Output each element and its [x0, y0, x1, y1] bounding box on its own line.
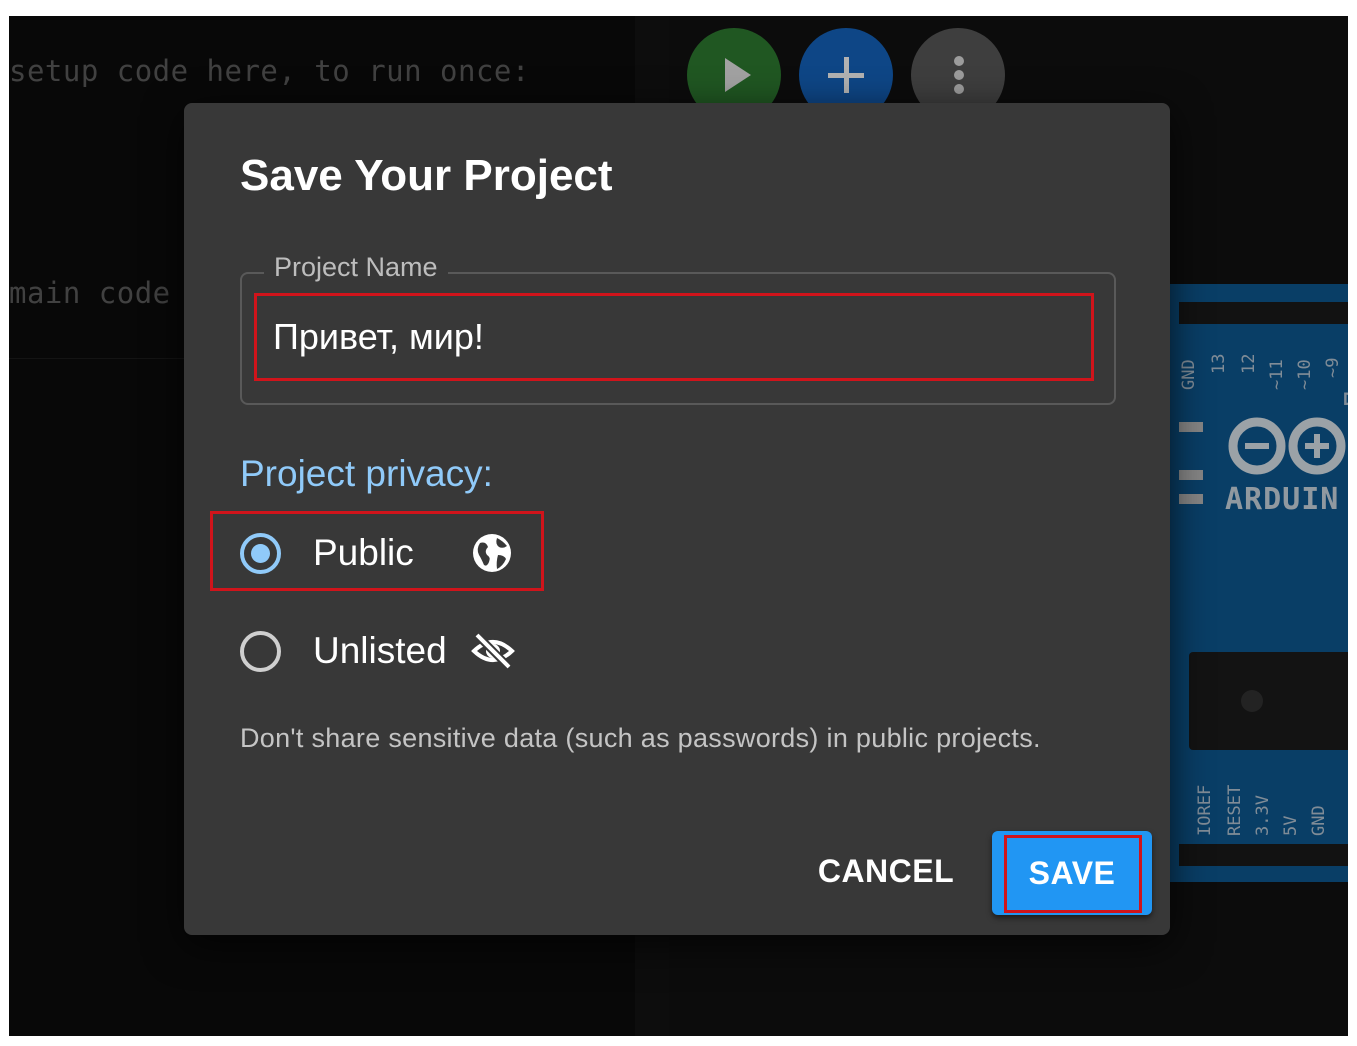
- privacy-warning: Don't share sensitive data (such as pass…: [240, 723, 1041, 753]
- radio-unlisted-button[interactable]: [240, 630, 281, 672]
- app-screen: setup code here, to run once: main code: [9, 16, 1348, 1036]
- radio-unlisted-label: Unlisted: [313, 630, 447, 671]
- dialog-title: Save Your Project: [240, 151, 613, 200]
- save-project-dialog: Save Your Project Project Name Привет, м…: [184, 103, 1170, 935]
- project-name-input[interactable]: Привет, мир!: [273, 316, 484, 358]
- eye-off-icon: [470, 632, 515, 670]
- privacy-label: Project privacy:: [240, 453, 493, 494]
- cancel-button[interactable]: CANCEL: [810, 835, 962, 907]
- radio-public-button[interactable]: [240, 532, 281, 574]
- project-name-field[interactable]: Project Name Привет, мир!: [240, 252, 1116, 405]
- radio-public-label: Public: [313, 532, 414, 573]
- globe-icon: [472, 534, 511, 572]
- save-button[interactable]: SAVE: [992, 831, 1152, 915]
- radio-unlisted[interactable]: Unlisted: [240, 623, 515, 679]
- project-name-label: Project Name: [264, 252, 448, 283]
- radio-public[interactable]: Public: [240, 525, 514, 581]
